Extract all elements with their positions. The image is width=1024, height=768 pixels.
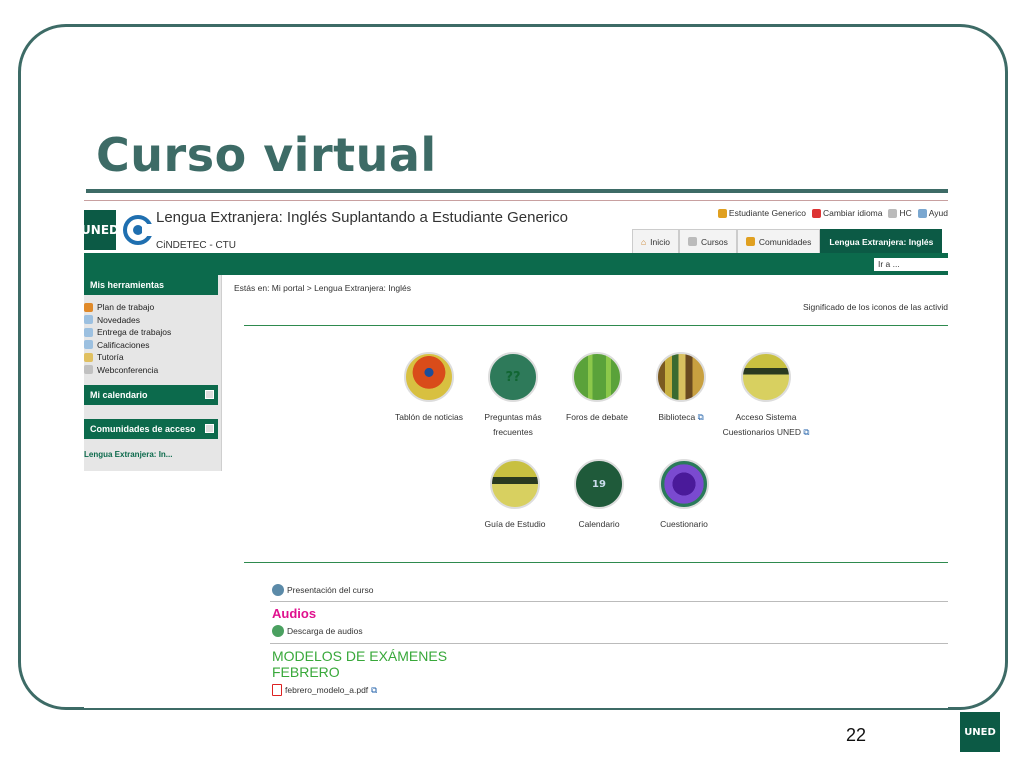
user-links: Estudiante Generico Cambiar idioma HC Ay… [717, 208, 948, 218]
uned-logo[interactable]: UNED [84, 210, 119, 250]
sidebar-item-entrega[interactable]: Entrega de trabajos [84, 326, 171, 339]
header-top-line [84, 200, 948, 201]
tool-tablon[interactable]: Tablón de noticias [381, 352, 477, 425]
sidebar-calendar-heading[interactable]: Mi calendario [84, 385, 218, 405]
user-link-hc[interactable]: HC [888, 208, 912, 218]
sidebar-communities-heading[interactable]: Comunidades de acceso [84, 419, 218, 439]
faq-icon: ?? [488, 352, 538, 402]
calendar-icon: 19 [574, 459, 624, 509]
tab-inicio[interactable]: ⌂ Inicio [632, 229, 679, 253]
icon-meaning-link[interactable]: Significado de los iconos de las activid [803, 302, 948, 312]
tab-comunidades[interactable]: Comunidades [736, 229, 821, 253]
flag-icon [811, 208, 821, 218]
upload-icon [84, 327, 93, 337]
site-subtitle: CiNDETEC - CTU [156, 240, 236, 251]
exams-heading: MODELOS DE EXÁMENES FEBRERO [272, 648, 448, 680]
external-link-icon: ⧉ [697, 412, 704, 422]
tool-calendar[interactable]: 19 Calendario [551, 459, 647, 532]
sidebar-item-plan[interactable]: Plan de trabajo [84, 301, 171, 314]
sidebar-item-tutoria[interactable]: Tutoría [84, 351, 171, 364]
study-guide-icon [490, 459, 540, 509]
news-icon [84, 315, 93, 325]
page-number: 22 [846, 725, 867, 745]
sidebar-item-webconferencia[interactable]: Webconferencia [84, 364, 171, 377]
tool-study-guide[interactable]: Guía de Estudio [467, 459, 563, 532]
tool-quiz-system[interactable]: Acceso Sistema Cuestionarios UNED ⧉ [718, 352, 814, 440]
user-link-student[interactable]: Estudiante Generico [717, 208, 806, 218]
house-icon [84, 302, 93, 312]
user-link-language[interactable]: Cambiar idioma [811, 208, 882, 218]
webcam-icon [84, 365, 93, 375]
sidebar-item-calificaciones[interactable]: Calificaciones [84, 339, 171, 352]
divider [244, 562, 948, 563]
person-icon [888, 208, 898, 218]
slide-title: Curso virtual [96, 128, 437, 182]
book-icon [687, 237, 697, 246]
audio-doc-icon [272, 584, 284, 596]
main-tabs: ⌂ Inicio Cursos Comunidades Lengua Extran… [632, 229, 943, 253]
tutor-icon [84, 352, 93, 362]
sidebar-tools-heading[interactable]: Mis herramientas [84, 275, 218, 295]
quiz-system-icon [741, 352, 791, 402]
sidebar-item-novedades[interactable]: Novedades [84, 314, 171, 327]
user-icon [717, 208, 727, 218]
sidebar: Mis herramientas Plan de trabajo Novedad… [84, 275, 222, 471]
audio-icon [272, 625, 284, 637]
news-board-icon [404, 352, 454, 402]
library-icon [656, 352, 706, 402]
tool-quiz[interactable]: Cuestionario [636, 459, 732, 532]
breadcrumb: Estás en: Mi portal > Lengua Extranjera:… [234, 283, 411, 293]
people-icon [745, 237, 755, 246]
collapse-icon[interactable] [205, 424, 214, 433]
tab-course[interactable]: Lengua Extranjera: Inglés [820, 229, 943, 253]
external-link-icon: ⧉ [803, 427, 810, 437]
help-icon [917, 208, 927, 218]
footer-logo: UNED [960, 712, 1000, 752]
grades-icon [84, 340, 93, 350]
tool-forums[interactable]: Foros de debate [549, 352, 645, 425]
tool-library[interactable]: Biblioteca ⧉ [633, 352, 729, 425]
sidebar-community-item[interactable]: Lengua Extranjera: In... [84, 450, 172, 459]
external-link-icon: ⧉ [371, 684, 378, 695]
forum-icon [572, 352, 622, 402]
cindetec-logo-icon [123, 215, 154, 245]
home-icon: ⌂ [641, 236, 647, 247]
site-title: Lengua Extranjera: Inglés Suplantando a … [156, 209, 568, 226]
audios-heading: Audios [272, 606, 317, 621]
tool-faq[interactable]: ?? Preguntas más frecuentes [465, 352, 561, 440]
course-portal-screenshot: UNED Lengua Extranjera: Inglés Suplantan… [84, 196, 948, 708]
presentation-link[interactable]: Presentación del curso [272, 584, 373, 596]
pdf-icon [272, 684, 282, 696]
user-link-help[interactable]: Ayud [917, 208, 948, 218]
divider [270, 601, 948, 602]
exam-file-link[interactable]: febrero_modelo_a.pdf ⧉ [272, 684, 377, 696]
goto-select[interactable]: Ir a ... [874, 258, 948, 271]
audio-download-link[interactable]: Descarga de audios [272, 625, 363, 637]
quiz-icon [659, 459, 709, 509]
title-rule [86, 189, 948, 193]
tab-cursos[interactable]: Cursos [678, 229, 737, 253]
divider [270, 643, 948, 644]
sidebar-tools-list: Plan de trabajo Novedades Entrega de tra… [84, 301, 171, 376]
collapse-icon[interactable] [205, 390, 214, 399]
divider [244, 325, 948, 326]
nav-bar [84, 253, 948, 275]
